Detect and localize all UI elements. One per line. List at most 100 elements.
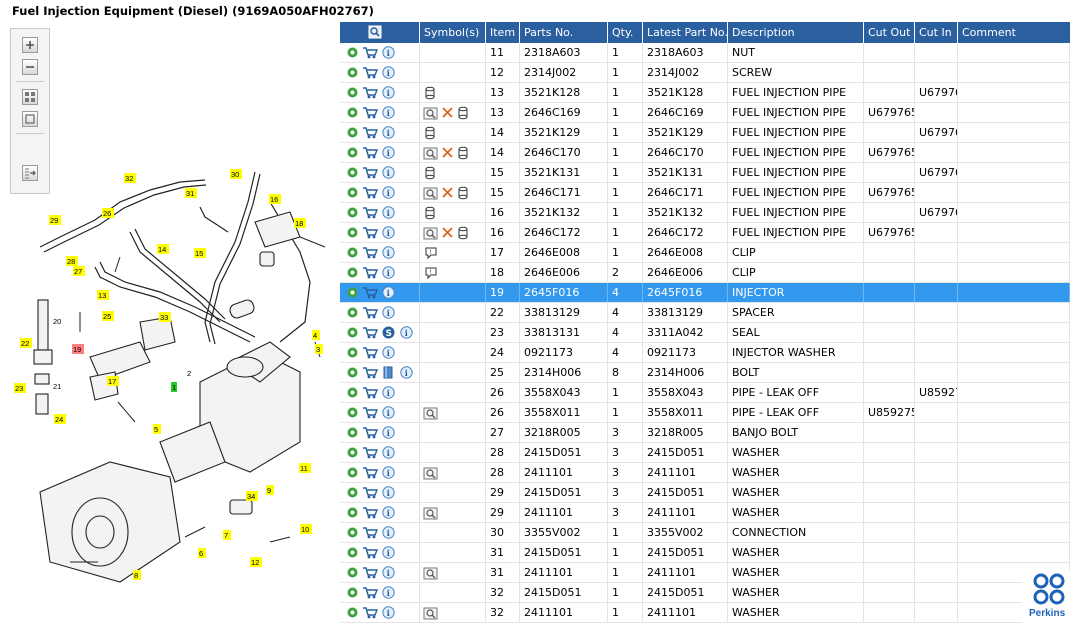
cylinder-icon[interactable] — [424, 206, 437, 220]
cylinder-icon[interactable] — [457, 106, 470, 120]
table-row[interactable]: i 28 2411101 3 2411101 WASHER — [340, 463, 1070, 483]
table-row[interactable]: i 19 2645F016 4 2645F016 INJECTOR — [340, 283, 1070, 303]
table-row[interactable]: i 32 2411101 1 2411101 WASHER — [340, 603, 1070, 623]
book-icon[interactable] — [383, 366, 394, 379]
info-icon[interactable]: i — [382, 566, 395, 579]
info-icon[interactable]: i — [382, 146, 395, 159]
gear-icon[interactable] — [346, 126, 359, 139]
info-icon[interactable]: i — [382, 86, 395, 99]
cart-icon[interactable] — [362, 86, 378, 99]
column-parts-no[interactable]: Parts No. — [520, 22, 608, 43]
gear-icon[interactable] — [346, 286, 359, 299]
table-row[interactable]: i 30 3355V002 1 3355V002 CONNECTION — [340, 523, 1070, 543]
info-icon[interactable]: i — [382, 446, 395, 459]
note-icon[interactable]: ! — [424, 266, 438, 280]
info-icon[interactable]: i — [382, 246, 395, 259]
table-row[interactable]: i 29 2415D051 3 2415D051 WASHER — [340, 483, 1070, 503]
search-filter-icon[interactable] — [368, 25, 382, 39]
cart-icon[interactable] — [362, 226, 378, 239]
gear-icon[interactable] — [346, 246, 359, 259]
remove-x-icon[interactable] — [441, 226, 454, 239]
info-icon[interactable]: i — [382, 266, 395, 279]
column-filter[interactable] — [340, 22, 420, 43]
gear-icon[interactable] — [346, 146, 359, 159]
gear-icon[interactable] — [346, 226, 359, 239]
table-row[interactable]: i 11 2318A603 1 2318A603 NUT — [340, 43, 1070, 63]
cylinder-icon[interactable] — [457, 226, 470, 240]
cart-icon[interactable] — [362, 486, 378, 499]
table-row[interactable]: i! 18 2646E006 2 2646E006 CLIP — [340, 263, 1070, 283]
gear-icon[interactable] — [346, 46, 359, 59]
info-icon[interactable]: i — [382, 106, 395, 119]
cart-icon[interactable] — [362, 146, 378, 159]
magnify-icon[interactable] — [423, 146, 438, 160]
info-icon[interactable]: i — [400, 366, 413, 379]
info-icon[interactable]: i — [382, 206, 395, 219]
table-row[interactable]: i 27 3218R005 3 3218R005 BANJO BOLT — [340, 423, 1070, 443]
info-icon[interactable]: i — [400, 326, 413, 339]
info-icon[interactable]: i — [382, 66, 395, 79]
info-icon[interactable]: i — [382, 406, 395, 419]
info-icon[interactable]: i — [382, 486, 395, 499]
table-row[interactable]: i 22 33813129 4 33813129 SPACER — [340, 303, 1070, 323]
table-row[interactable]: i 31 2415D051 1 2415D051 WASHER — [340, 543, 1070, 563]
table-row[interactable]: i 16 3521K132 1 3521K132 FUEL INJECTION PIPE U… — [340, 203, 1070, 223]
table-row[interactable]: i 26 3558X043 1 3558X043 PIPE - LEAK OFF U8592… — [340, 383, 1070, 403]
remove-x-icon[interactable] — [441, 186, 454, 199]
info-icon[interactable]: i — [382, 506, 395, 519]
info-icon[interactable]: i — [382, 166, 395, 179]
table-row[interactable]: i 15 2646C171 1 2646C171 FUEL INJECTION PIPE U… — [340, 183, 1070, 203]
gear-icon[interactable] — [346, 506, 359, 519]
cart-icon[interactable] — [362, 46, 378, 59]
gear-icon[interactable] — [346, 306, 359, 319]
gear-icon[interactable] — [346, 366, 359, 379]
gear-icon[interactable] — [346, 326, 359, 339]
column-latest-part-no[interactable]: Latest Part No. — [643, 22, 728, 43]
sale-icon[interactable]: S — [382, 326, 395, 339]
info-icon[interactable]: i — [382, 466, 395, 479]
cart-icon[interactable] — [362, 166, 378, 179]
gear-icon[interactable] — [346, 346, 359, 359]
table-row[interactable]: i 13 2646C169 1 2646C169 FUEL INJECTION PIPE U… — [340, 103, 1070, 123]
gear-icon[interactable] — [346, 546, 359, 559]
gear-icon[interactable] — [346, 466, 359, 479]
gear-icon[interactable] — [346, 66, 359, 79]
gear-icon[interactable] — [346, 426, 359, 439]
info-icon[interactable]: i — [382, 386, 395, 399]
gear-icon[interactable] — [346, 206, 359, 219]
magnify-icon[interactable] — [423, 406, 438, 420]
table-row[interactable]: i 31 2411101 1 2411101 WASHER — [340, 563, 1070, 583]
gear-icon[interactable] — [346, 386, 359, 399]
gear-icon[interactable] — [346, 406, 359, 419]
cart-icon[interactable] — [362, 206, 378, 219]
cart-icon[interactable] — [362, 266, 378, 279]
magnify-icon[interactable] — [423, 466, 438, 480]
table-row[interactable]: i 15 3521K131 1 3521K131 FUEL INJECTION PIPE U… — [340, 163, 1070, 183]
cart-icon[interactable] — [362, 566, 378, 579]
gear-icon[interactable] — [346, 106, 359, 119]
column-qty[interactable]: Qty. — [608, 22, 643, 43]
info-icon[interactable]: i — [382, 346, 395, 359]
info-icon[interactable]: i — [382, 586, 395, 599]
cart-icon[interactable] — [362, 446, 378, 459]
info-icon[interactable]: i — [382, 226, 395, 239]
cart-icon[interactable] — [362, 326, 378, 339]
table-row[interactable]: Si 23 33813131 4 3311A042 SEAL — [340, 323, 1070, 343]
gear-icon[interactable] — [346, 606, 359, 619]
cart-icon[interactable] — [362, 586, 378, 599]
table-row[interactable]: i 13 3521K128 1 3521K128 FUEL INJECTION PIPE U… — [340, 83, 1070, 103]
table-row[interactable]: i 32 2415D051 1 2415D051 WASHER — [340, 583, 1070, 603]
cart-icon[interactable] — [362, 66, 378, 79]
magnify-icon[interactable] — [423, 506, 438, 520]
gear-icon[interactable] — [346, 586, 359, 599]
cart-icon[interactable] — [362, 346, 378, 359]
table-row[interactable]: i! 17 2646E008 1 2646E008 CLIP — [340, 243, 1070, 263]
note-icon[interactable]: ! — [424, 246, 438, 260]
cart-icon[interactable] — [362, 106, 378, 119]
cart-icon[interactable] — [362, 406, 378, 419]
column-symbols[interactable]: Symbol(s) — [420, 22, 486, 43]
cart-icon[interactable] — [362, 246, 378, 259]
info-icon[interactable]: i — [382, 286, 395, 299]
cart-icon[interactable] — [362, 606, 378, 619]
info-icon[interactable]: i — [382, 186, 395, 199]
